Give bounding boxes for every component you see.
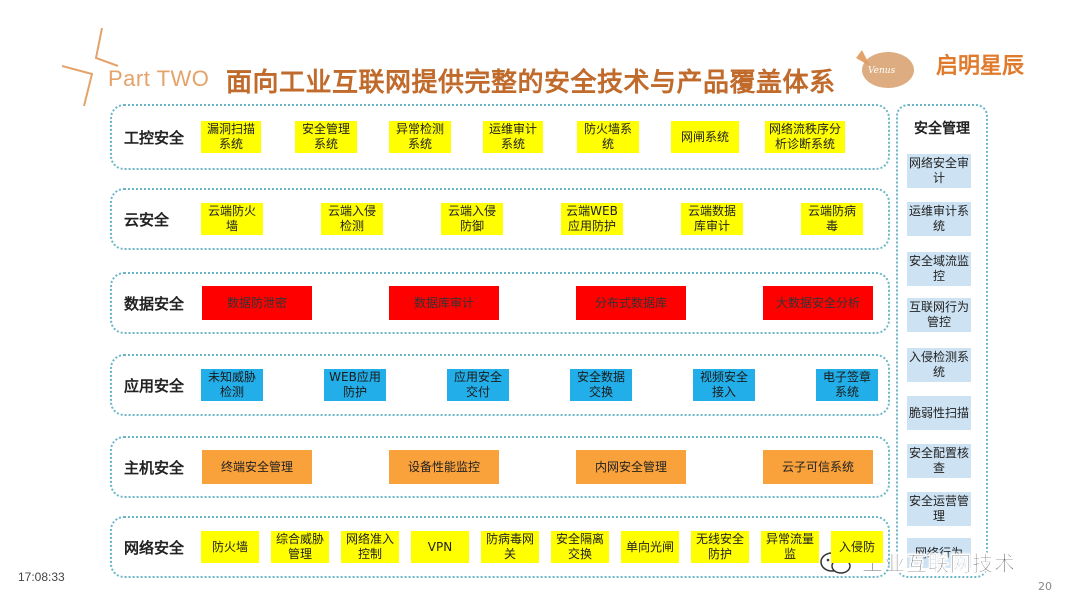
side-item: 网络安全审计 [907, 154, 971, 188]
side-item: 安全运营管理 [907, 492, 971, 526]
product-cell: 云端防病毒 [801, 203, 863, 235]
category-label: 主机安全 [124, 459, 185, 477]
product-cell: 云端数据库审计 [681, 203, 743, 235]
product-cell: 网闸系统 [671, 121, 739, 153]
slide-header: Part TWO 面向工业互联网提供完整的安全技术与产品覆盖体系 Venus 启… [0, 0, 1080, 107]
product-cell: 运维审计系统 [483, 121, 543, 153]
side-item: 互联网行为管控 [907, 298, 971, 332]
category-row: 工控安全 漏洞扫描系统 安全管理系统 异常检测系统 运维审计系统 防火墙系统 网闸系统 网络流… [110, 104, 890, 170]
category-label: 云安全 [124, 211, 170, 229]
product-cell: 综合威胁管理 [271, 531, 329, 563]
product-cell: 视频安全接入 [693, 369, 755, 401]
product-cell: 安全数据交换 [570, 369, 632, 401]
side-item: 安全配置核查 [907, 444, 971, 478]
product-cell: 异常检测系统 [389, 121, 451, 153]
category-label: 工控安全 [124, 129, 185, 147]
product-cell: 异常流量监 [761, 531, 819, 563]
category-row: 云安全 云端防火墙 云端入侵检测 云端入侵防御 云端WEB应用防护 云端数据库审计 云端防病… [110, 188, 890, 250]
product-cell: 设备性能监控 [389, 450, 499, 484]
product-cell: 单向光闸 [621, 531, 679, 563]
product-cell: 网络流秩序分析诊断系统 [765, 121, 845, 153]
product-cell: 数据库审计 [389, 286, 499, 320]
product-cell: 云端入侵防御 [441, 203, 503, 235]
category-label: 应用安全 [124, 377, 185, 395]
product-cell: 内网安全管理 [576, 450, 686, 484]
side-title: 安全管理 [914, 121, 970, 137]
side-item: 运维审计系统 [907, 202, 971, 236]
product-cell: 分布式数据库 [576, 286, 686, 320]
product-cell: 安全管理系统 [295, 121, 357, 153]
product-cell: 未知威胁检测 [201, 369, 263, 401]
part-label: Part TWO [108, 66, 210, 91]
product-cell: 防病毒网关 [481, 531, 539, 563]
product-cell: 无线安全防护 [691, 531, 749, 563]
product-cell: 应用安全交付 [447, 369, 509, 401]
category-row: 应用安全 未知威胁检测 WEB应用防护 应用安全交付 安全数据交换 视频安全接入 电子签章系… [110, 354, 890, 416]
side-item: 入侵检测系统 [907, 348, 971, 382]
product-cell: 云端入侵检测 [321, 203, 383, 235]
product-cell: 终端安全管理 [202, 450, 312, 484]
category-label: 网络安全 [124, 539, 185, 557]
side-item: 脆弱性扫描 [907, 396, 971, 430]
timestamp: 17:08:33 [18, 570, 65, 584]
category-row: 主机安全 终端安全管理 设备性能监控 内网安全管理 云子可信系统 [110, 436, 890, 498]
category-row: 网络安全 防火墙 综合威胁管理 网络准入控制 VPN 防病毒网关 安全隔离交换 单向光闸 无线安… [110, 516, 890, 578]
logo-text: 启明星辰 [936, 54, 1025, 79]
product-cell: 安全隔离交换 [551, 531, 609, 563]
product-cell: 大数据安全分析 [763, 286, 873, 320]
slide-title: 面向工业互联网提供完整的安全技术与产品覆盖体系 [226, 68, 836, 98]
product-cell: VPN [411, 531, 469, 563]
page-number: 20 [1038, 580, 1052, 593]
product-cell: 云端WEB应用防护 [561, 203, 623, 235]
svg-text:Venus: Venus [868, 66, 896, 76]
product-cell: 电子签章系统 [816, 369, 878, 401]
product-cell: 云端防火墙 [201, 203, 263, 235]
product-cell: 防火墙系统 [577, 121, 639, 153]
product-cell: 数据防泄密 [202, 286, 312, 320]
product-cell: WEB应用防护 [324, 369, 386, 401]
security-management-panel: 安全管理 网络安全审计 运维审计系统 安全域流监控 互联网行为管控 入侵检测系统 脆弱性扫… [896, 104, 988, 578]
product-cell: 防火墙 [201, 531, 259, 563]
product-cell: 网络准入控制 [341, 531, 399, 563]
side-item: 安全域流监控 [907, 252, 971, 286]
category-label: 数据安全 [124, 295, 185, 313]
product-cell: 漏洞扫描系统 [201, 121, 261, 153]
product-cell: 入侵防 [831, 531, 883, 563]
product-cell: 云子可信系统 [763, 450, 873, 484]
category-row: 数据安全 数据防泄密 数据库审计 分布式数据库 大数据安全分析 [110, 272, 890, 334]
